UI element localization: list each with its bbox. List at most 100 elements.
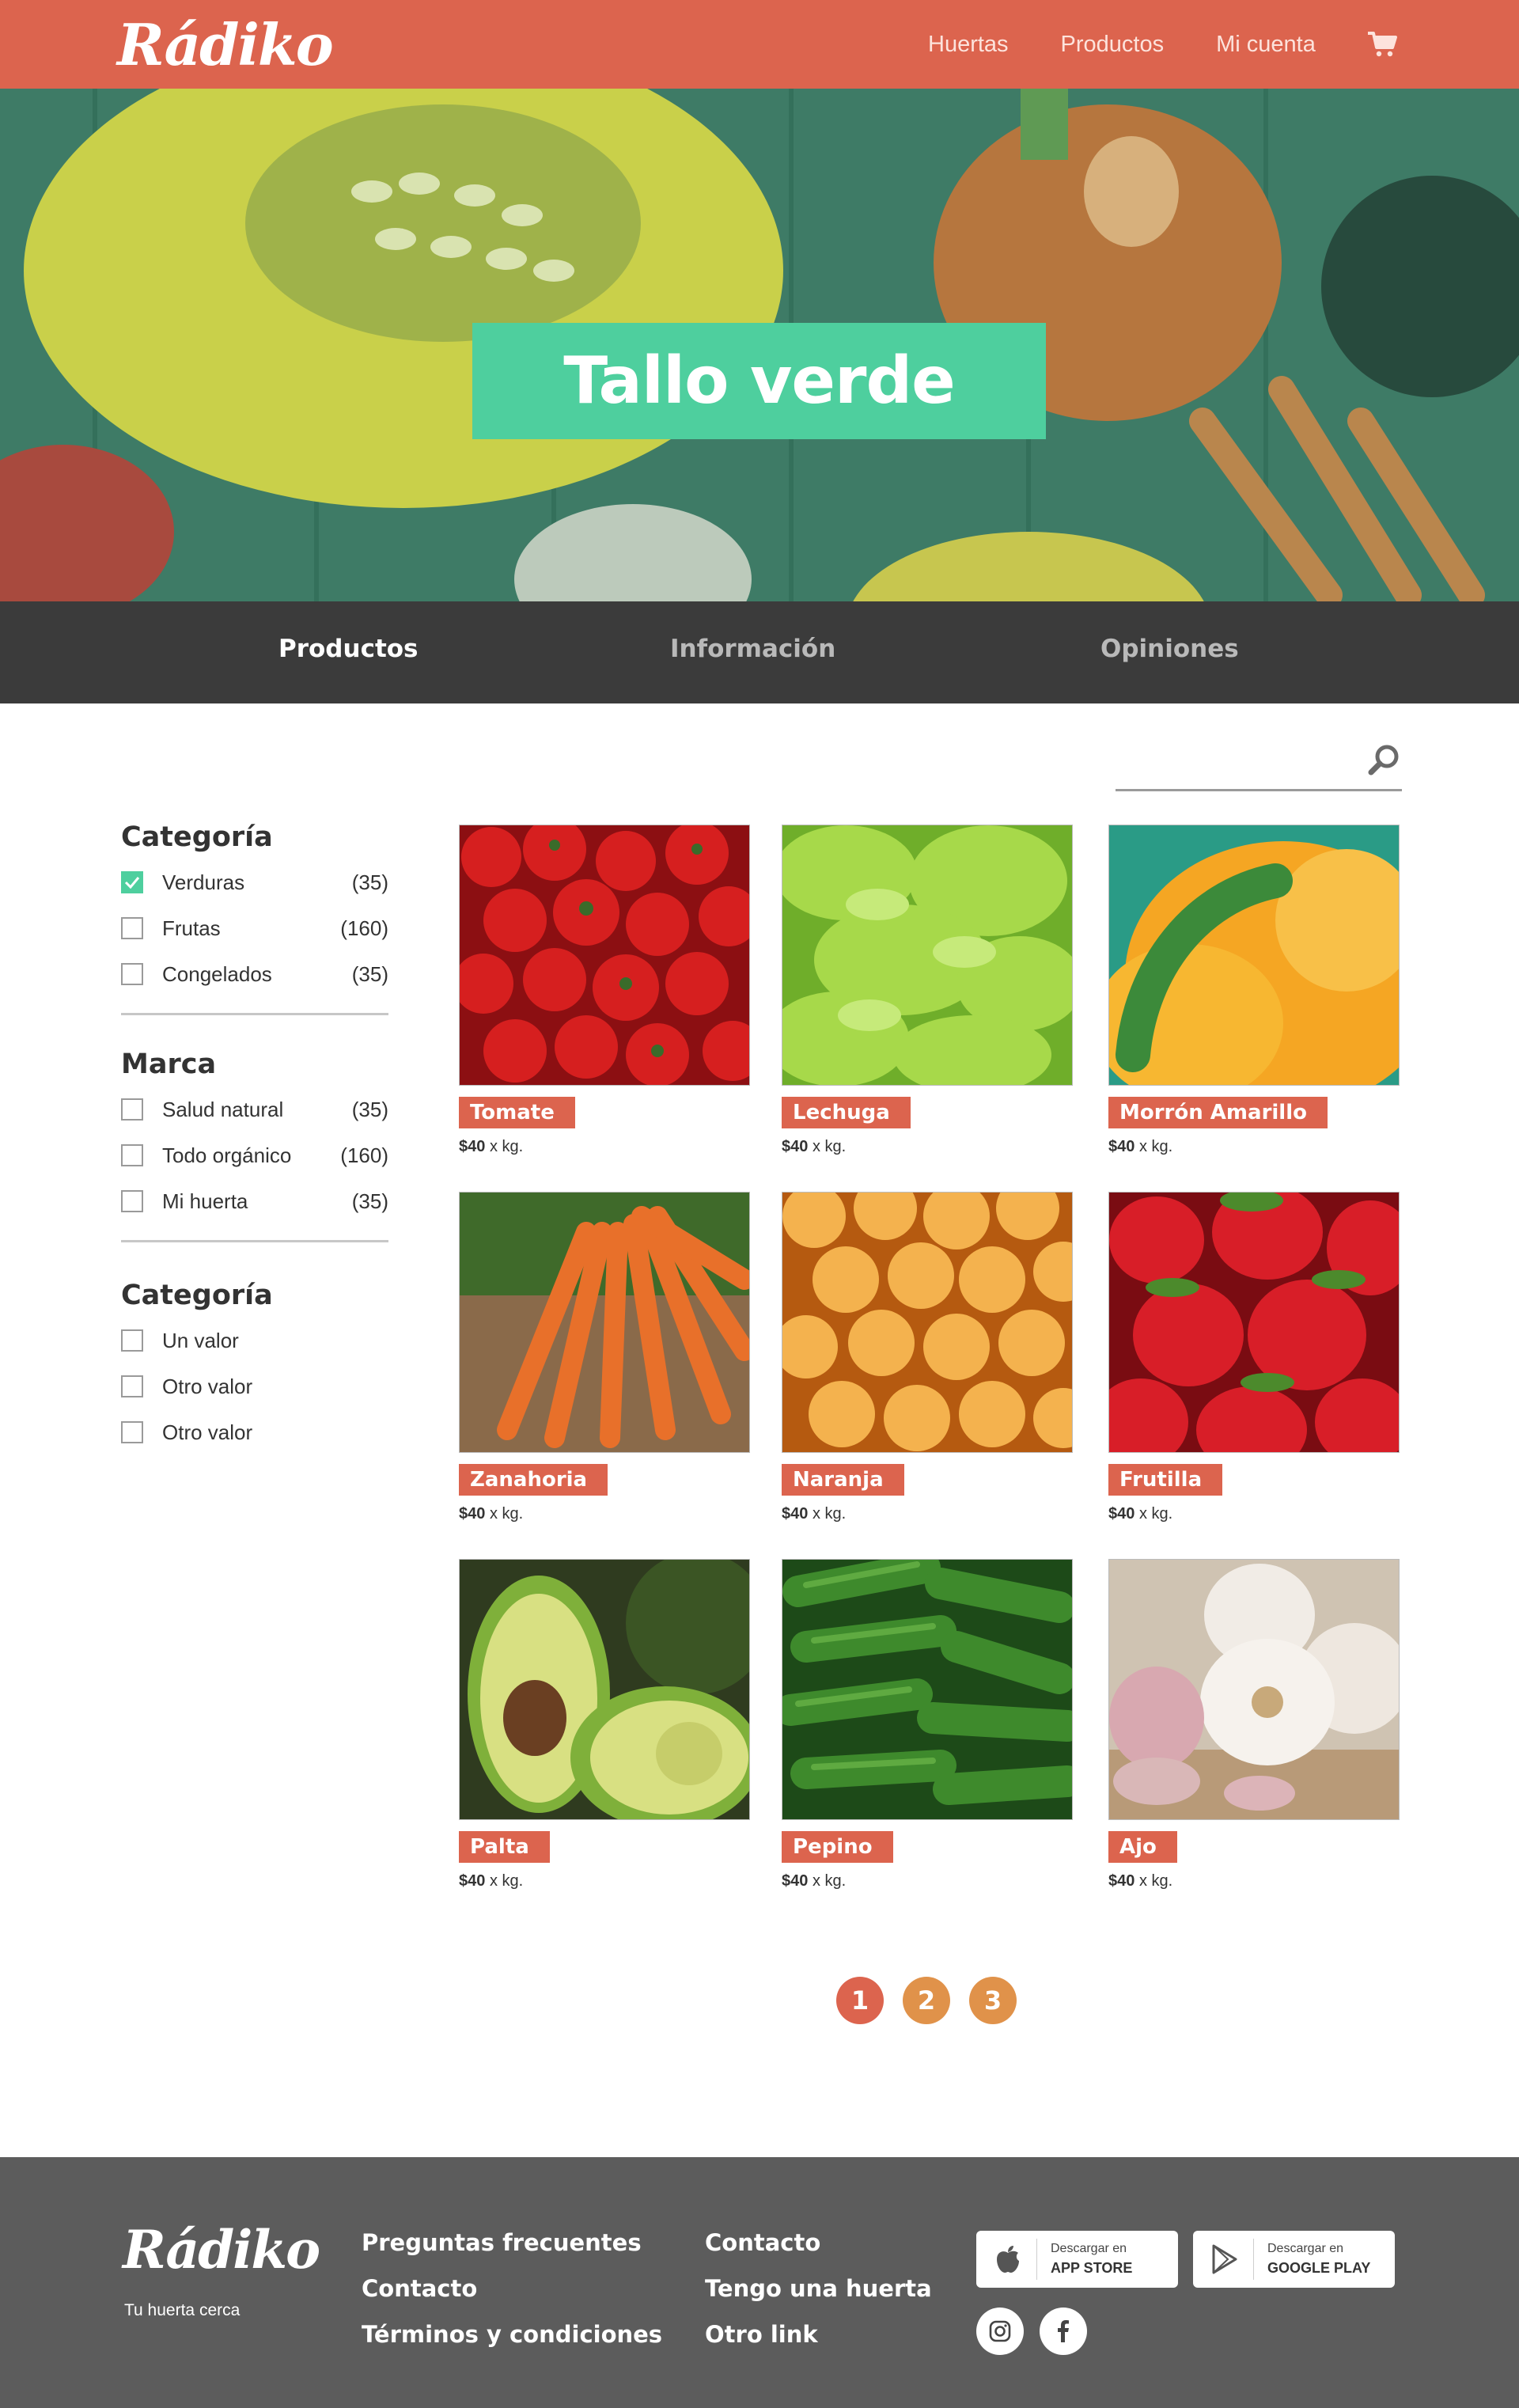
- price-unit: x kg.: [1138, 1138, 1173, 1155]
- footer-link-contacto-2[interactable]: Contacto: [705, 2227, 932, 2273]
- product-name[interactable]: Tomate: [459, 1097, 575, 1128]
- product-image-lettuce[interactable]: [782, 825, 1073, 1086]
- search-bar: [1116, 734, 1402, 791]
- product-card[interactable]: Zanahoria $40 x kg.: [459, 1192, 750, 1523]
- nav-productos[interactable]: Productos: [1061, 32, 1165, 58]
- footer-link-otro[interactable]: Otro link: [705, 2319, 932, 2364]
- product-image-carrot[interactable]: [459, 1192, 750, 1453]
- product-name[interactable]: Zanahoria: [459, 1464, 608, 1496]
- footer-link-faq[interactable]: Preguntas frecuentes: [362, 2227, 662, 2273]
- product-image-cucumber[interactable]: [782, 1559, 1073, 1820]
- product-name[interactable]: Ajo: [1108, 1831, 1177, 1863]
- search-input[interactable]: [1116, 742, 1353, 782]
- product-card[interactable]: Ajo $40 x kg.: [1108, 1559, 1400, 1890]
- filter-option-label: Congelados: [162, 961, 272, 986]
- filter-option[interactable]: Otro valor: [121, 1409, 388, 1455]
- hero-title-box: Tallo verde: [472, 323, 1046, 439]
- filter-option[interactable]: Verduras (35): [121, 859, 388, 905]
- product-card[interactable]: Palta $40 x kg.: [459, 1559, 750, 1890]
- main-nav: Huertas Productos Mi cuenta: [928, 30, 1398, 59]
- divider: [1036, 2239, 1037, 2280]
- product-image-garlic[interactable]: [1108, 1559, 1400, 1820]
- filter-option-count: (35): [351, 870, 388, 894]
- product-card[interactable]: Pepino $40 x kg.: [782, 1559, 1073, 1890]
- filter-option[interactable]: Otro valor: [121, 1363, 388, 1409]
- filter-option[interactable]: Frutas (160): [121, 905, 388, 951]
- filter-title: Categoría: [121, 821, 273, 853]
- product-name[interactable]: Morrón Amarillo: [1108, 1097, 1328, 1128]
- checkbox[interactable]: [121, 1329, 143, 1352]
- price-value: $40: [782, 1872, 809, 1890]
- filter-option-label: Salud natural: [162, 1097, 284, 1121]
- product-name[interactable]: Frutilla: [1108, 1464, 1223, 1496]
- filter-option-count: (160): [340, 1143, 388, 1167]
- product-image-orange[interactable]: [782, 1192, 1073, 1453]
- footer-link-tengo-huerta[interactable]: Tengo una huerta: [705, 2273, 932, 2319]
- filter-option-count: (35): [351, 1189, 388, 1213]
- checkbox[interactable]: [121, 1190, 143, 1212]
- product-card[interactable]: Naranja $40 x kg.: [782, 1192, 1073, 1523]
- product-card[interactable]: Tomate $40 x kg.: [459, 825, 750, 1156]
- facebook-icon[interactable]: [1040, 2308, 1087, 2355]
- product-card[interactable]: Lechuga $40 x kg.: [782, 825, 1073, 1156]
- product-price: $40 x kg.: [459, 1505, 750, 1523]
- tab-informacion[interactable]: Información: [670, 635, 835, 663]
- checkbox[interactable]: [121, 1098, 143, 1121]
- filter-title: Marca: [121, 1049, 217, 1080]
- price-unit: x kg.: [489, 1138, 524, 1155]
- google-play-small-text: Descargar en: [1267, 2242, 1344, 2255]
- checkbox-checked[interactable]: [121, 871, 143, 893]
- checkbox[interactable]: [121, 963, 143, 985]
- price-unit: x kg.: [812, 1138, 847, 1155]
- footer-logo[interactable]: Rádiko: [123, 2219, 320, 2281]
- hero-banner: Tallo verde: [0, 89, 1519, 601]
- instagram-icon[interactable]: [976, 2308, 1024, 2355]
- product-price: $40 x kg.: [1108, 1138, 1400, 1156]
- filter-option[interactable]: Mi huerta (35): [121, 1178, 388, 1224]
- product-image-strawberry[interactable]: [1108, 1192, 1400, 1453]
- search-icon[interactable]: [1366, 742, 1402, 779]
- product-price: $40 x kg.: [459, 1872, 750, 1890]
- product-card[interactable]: Frutilla $40 x kg.: [1108, 1192, 1400, 1523]
- divider: [1253, 2239, 1254, 2280]
- product-name[interactable]: Naranja: [782, 1464, 904, 1496]
- product-card[interactable]: Morrón Amarillo $40 x kg.: [1108, 825, 1400, 1156]
- product-price: $40 x kg.: [782, 1138, 1073, 1156]
- filter-option-label: Otro valor: [162, 1420, 253, 1444]
- page-button-1[interactable]: 1: [836, 1977, 884, 2024]
- tab-productos[interactable]: Productos: [278, 635, 419, 663]
- product-price: $40 x kg.: [1108, 1872, 1400, 1890]
- price-value: $40: [1108, 1505, 1135, 1523]
- hero-title: Tallo verde: [563, 343, 956, 419]
- footer-link-contacto[interactable]: Contacto: [362, 2273, 662, 2319]
- product-image-avocado[interactable]: [459, 1559, 750, 1820]
- logo[interactable]: Rádiko: [117, 11, 334, 78]
- product-name[interactable]: Pepino: [782, 1831, 893, 1863]
- filter-option[interactable]: Todo orgánico (160): [121, 1132, 388, 1178]
- cart-icon[interactable]: [1366, 30, 1398, 59]
- page-button-2[interactable]: 2: [903, 1977, 950, 2024]
- product-image-tomato[interactable]: [459, 825, 750, 1086]
- nav-huertas[interactable]: Huertas: [928, 32, 1009, 58]
- page-button-3[interactable]: 3: [969, 1977, 1017, 2024]
- checkbox[interactable]: [121, 917, 143, 939]
- product-image-yellow-pepper[interactable]: [1108, 825, 1400, 1086]
- product-name[interactable]: Palta: [459, 1831, 550, 1863]
- app-store-small-text: Descargar en: [1051, 2242, 1127, 2255]
- product-name[interactable]: Lechuga: [782, 1097, 911, 1128]
- tab-opiniones[interactable]: Opiniones: [1100, 635, 1239, 663]
- filter-option[interactable]: Un valor: [121, 1318, 388, 1363]
- checkbox[interactable]: [121, 1375, 143, 1397]
- checkbox[interactable]: [121, 1421, 143, 1443]
- footer-link-terminos[interactable]: Términos y condiciones: [362, 2319, 662, 2364]
- price-unit: x kg.: [489, 1872, 524, 1890]
- filter-option[interactable]: Congelados (35): [121, 951, 388, 997]
- google-play-button[interactable]: Descargar en GOOGLE PLAY: [1193, 2231, 1395, 2288]
- nav-mi-cuenta[interactable]: Mi cuenta: [1216, 32, 1316, 58]
- app-store-button[interactable]: Descargar en APP STORE: [976, 2231, 1178, 2288]
- checkbox[interactable]: [121, 1144, 143, 1166]
- footer-links-2: Contacto Tengo una huerta Otro link: [705, 2227, 932, 2364]
- filter-group-categoria-2: Categoría Un valor Otro valor Otro valor: [121, 1280, 388, 1455]
- price-unit: x kg.: [1138, 1505, 1173, 1523]
- filter-option[interactable]: Salud natural (35): [121, 1086, 388, 1132]
